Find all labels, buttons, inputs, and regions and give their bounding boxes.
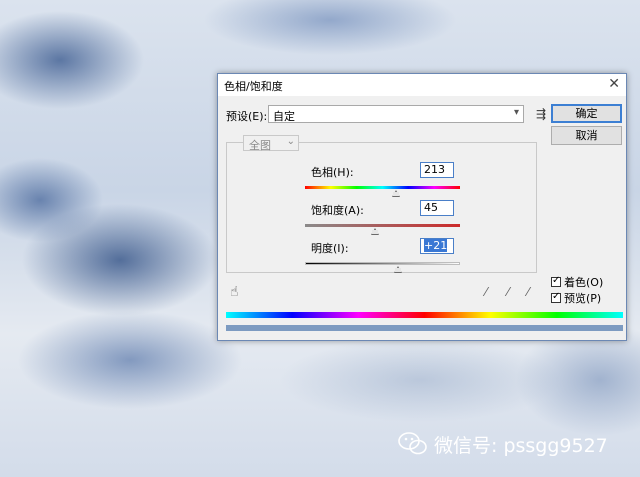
adjustment-group: 全图 ⌄ 色相(H): 213 饱和度(A): 45 明度(I): +21 (226, 135, 537, 273)
eyedropper-plus-icon[interactable]: ⁄ (507, 285, 509, 299)
preview-option[interactable]: 预览(P) (551, 290, 601, 306)
wechat-logo-icon (398, 432, 427, 455)
lightness-slider-thumb[interactable] (394, 266, 402, 273)
preset-dropdown[interactable]: 自定 ▾ (268, 105, 524, 123)
chevron-down-icon: ⌄ (286, 136, 295, 147)
preview-checkbox[interactable] (551, 291, 561, 303)
hue-label: 色相(H): (311, 166, 354, 179)
hand-adjust-icon[interactable]: ☝ (230, 284, 239, 300)
saturation-input[interactable]: 45 (420, 200, 454, 216)
hue-slider-track[interactable] (305, 186, 460, 189)
dialog-title: 色相/饱和度 (224, 80, 283, 93)
hue-value: 213 (424, 163, 445, 176)
scope-dropdown[interactable]: 全图 ⌄ (243, 135, 299, 152)
saturation-slider-track[interactable] (305, 224, 460, 227)
lightness-slider-track[interactable] (305, 262, 460, 265)
eyedropper-icon[interactable]: ⁄ (485, 285, 487, 299)
watermark-text: 微信号: pssgg9527 (434, 435, 608, 457)
saturation-label: 饱和度(A): (311, 204, 364, 217)
dialog-titlebar[interactable]: 色相/饱和度 ✕ (218, 74, 626, 96)
lightness-input[interactable]: +21 (420, 238, 454, 254)
lightness-label: 明度(I): (311, 242, 349, 255)
colorize-label: 着色(O) (564, 276, 604, 289)
lightness-value: +21 (424, 239, 448, 252)
preset-value: 自定 (273, 110, 295, 123)
hue-input[interactable]: 213 (420, 162, 454, 178)
preset-options-icon[interactable]: ⇶ (536, 107, 546, 121)
close-icon[interactable]: ✕ (608, 76, 620, 92)
colorize-checkbox[interactable] (551, 275, 561, 287)
hue-saturation-dialog: 色相/饱和度 ✕ 预设(E): 自定 ▾ ⇶ 确定 取消 全图 ⌄ 色相(H):… (217, 73, 627, 341)
cancel-button[interactable]: 取消 (551, 126, 622, 145)
scope-value: 全图 (249, 139, 271, 152)
saturation-value: 45 (424, 201, 438, 214)
preview-label: 预览(P) (564, 292, 602, 305)
ok-button[interactable]: 确定 (551, 104, 622, 123)
source-color-bar (226, 312, 623, 318)
chevron-down-icon: ▾ (513, 107, 519, 118)
colorize-option[interactable]: 着色(O) (551, 274, 603, 290)
eyedropper-minus-icon[interactable]: ⁄ (527, 285, 529, 299)
result-color-bar (226, 325, 623, 331)
preset-label: 预设(E): (226, 110, 268, 123)
saturation-slider-thumb[interactable] (370, 228, 379, 235)
watermark: 微信号: pssgg9527 (398, 428, 628, 460)
hue-slider-thumb[interactable] (392, 190, 401, 197)
preset-row: 预设(E): 自定 ▾ ⇶ (226, 105, 546, 125)
